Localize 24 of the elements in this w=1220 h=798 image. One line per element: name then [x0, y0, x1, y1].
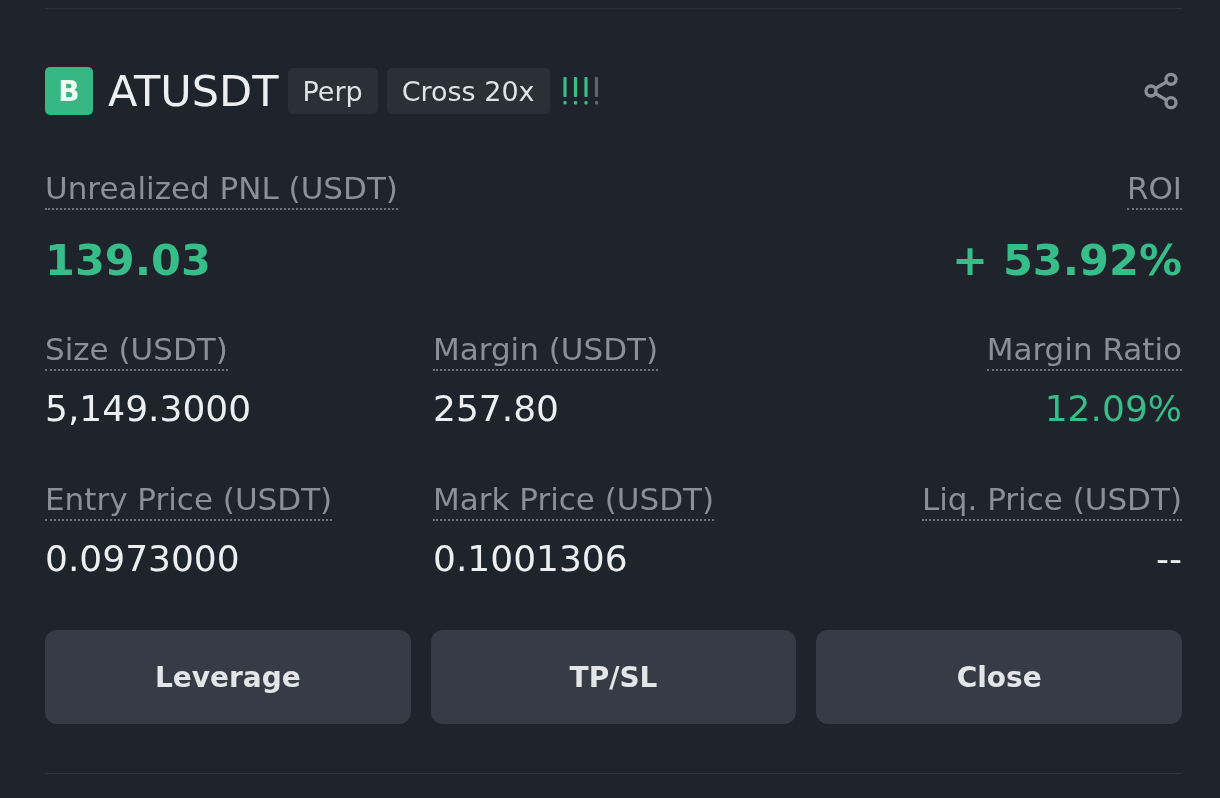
- field-label: Size (USDT): [45, 329, 228, 371]
- action-button[interactable]: Leverage: [45, 630, 411, 724]
- field-value: 12.09%: [1044, 387, 1182, 431]
- field-label: Entry Price (USDT): [45, 479, 333, 521]
- field-value: + 53.92%: [951, 234, 1182, 286]
- field-value: 0.0973000: [45, 537, 240, 581]
- action-button[interactable]: Close: [816, 630, 1182, 724]
- tag: Perp: [287, 68, 378, 114]
- field-label: Margin (USDT): [433, 329, 659, 371]
- side-badge: B: [45, 67, 93, 115]
- field-label: Unrealized PNL (USDT): [45, 168, 398, 210]
- tag: Cross 20x: [386, 68, 550, 114]
- field-label: Mark Price (USDT): [433, 479, 715, 521]
- action-button[interactable]: TP/SL: [430, 630, 797, 724]
- share-icon: [1141, 71, 1181, 111]
- field-value: 257.80: [433, 387, 559, 431]
- field-value: 139.03: [45, 234, 211, 286]
- field-label: Liq. Price (USDT): [921, 479, 1182, 521]
- field-value: --: [1156, 537, 1182, 581]
- field-label: Margin Ratio: [986, 329, 1182, 371]
- field-value: 0.1001306: [433, 537, 628, 581]
- field-value: 5,149.3000: [45, 387, 252, 431]
- pair-symbol: ATUSDT: [108, 67, 279, 115]
- field-label: ROI: [1126, 168, 1182, 210]
